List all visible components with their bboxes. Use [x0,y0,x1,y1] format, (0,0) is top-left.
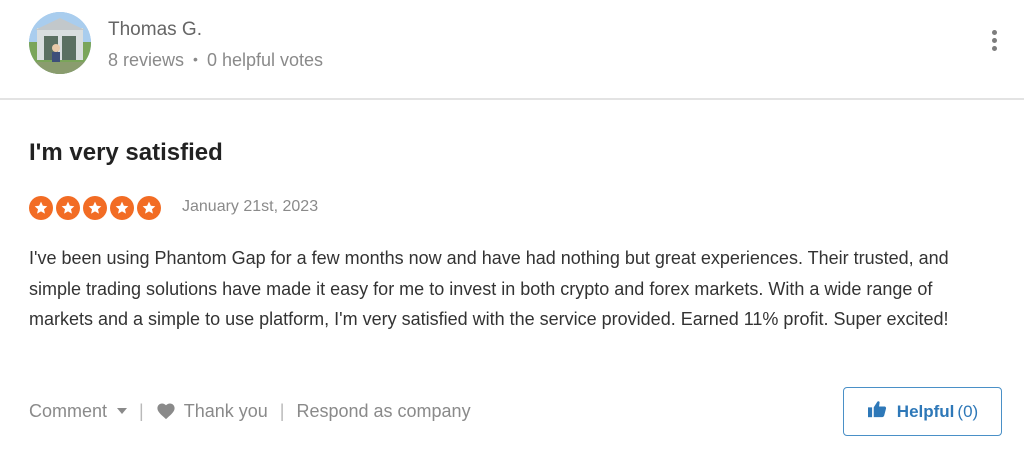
helpful-count: (0) [957,401,979,421]
action-divider: | [139,400,144,421]
respond-as-company-link[interactable]: Respond as company [296,401,470,422]
comment-button[interactable]: Comment [29,400,128,422]
helpful-votes-count: 0 helpful votes [206,50,324,70]
star-icon [29,196,53,220]
action-divider: | [279,400,285,421]
helpful-button[interactable]: Helpful (0) [843,387,1002,436]
comment-label: Comment [29,400,108,421]
reviewer-name[interactable]: Thomas G. [108,19,202,41]
avatar-photo [29,12,91,74]
meta-separator: • [193,51,198,67]
chevron-down-icon [117,408,128,414]
helpful-label-wrap: Helpful (0) [897,402,978,422]
thank-you-label: Thank you [183,400,268,421]
review-title: I'm very satisfied [29,139,223,166]
more-vertical-icon[interactable] [984,30,1004,56]
review-header: Thomas G. 8 reviews • 0 helpful votes [0,0,1024,100]
star-icon [137,196,161,220]
heart-icon [156,402,176,420]
avatar[interactable] [29,12,91,74]
thank-you-button[interactable]: Thank you [156,401,268,422]
review-actions: Comment | Thank you | Respond as company [29,399,471,423]
helpful-label: Helpful [896,401,955,421]
review-count: 8 reviews [108,50,185,70]
respond-label: Respond as company [296,400,471,421]
review-card: Thomas G. 8 reviews • 0 helpful votes I'm … [0,0,1024,470]
review-body: I've been using Phantom Gap for a few mo… [29,248,949,329]
star-rating [29,196,161,220]
star-icon [83,196,107,220]
star-icon [110,196,134,220]
star-icon [56,196,80,220]
reviewer-meta: 8 reviews • 0 helpful votes [108,50,323,71]
review-date: January 21st, 2023 [182,198,319,215]
thumbs-up-icon [867,400,887,423]
